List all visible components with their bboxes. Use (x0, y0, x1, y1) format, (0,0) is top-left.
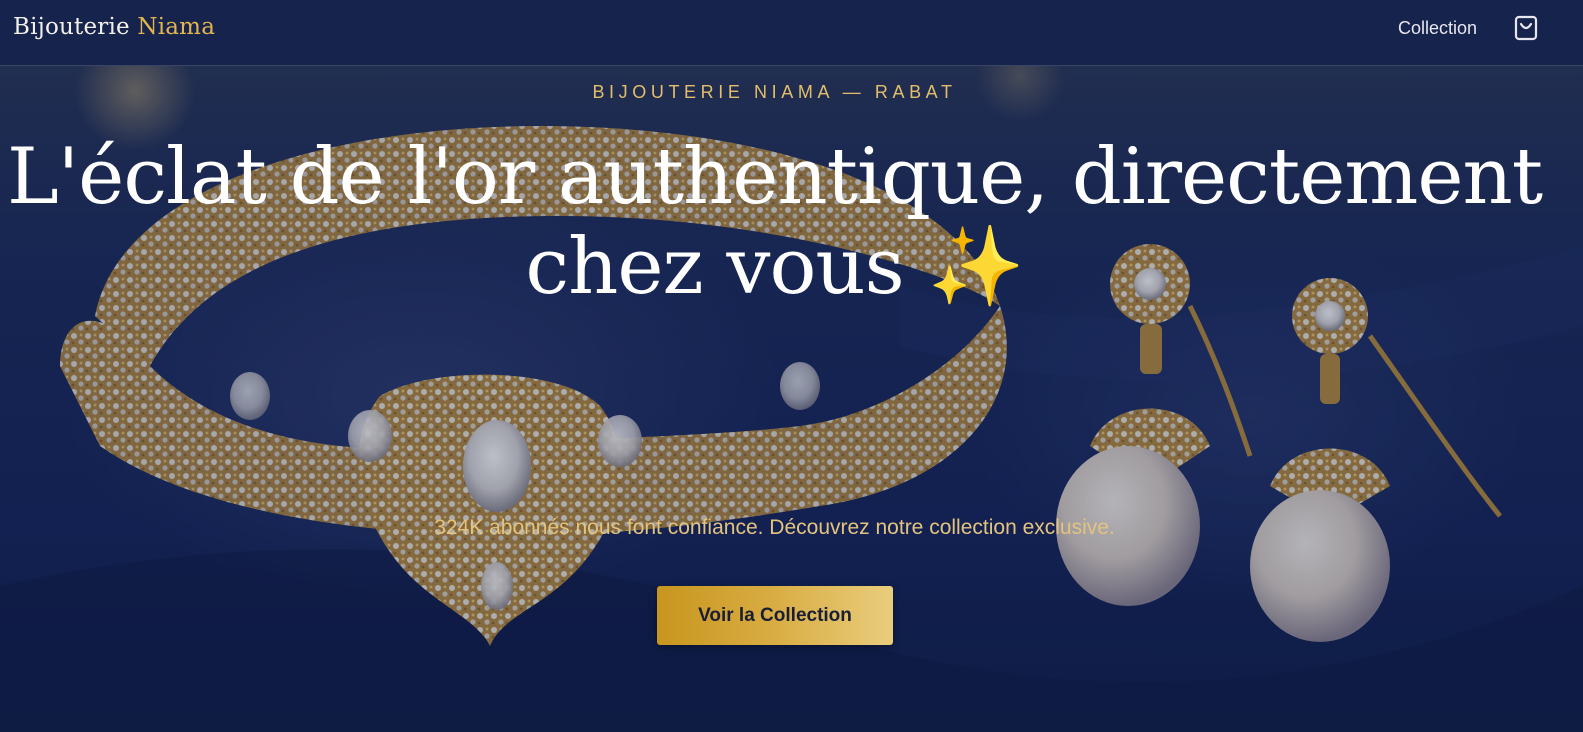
view-collection-button[interactable]: Voir la Collection (657, 586, 893, 645)
brand-logo[interactable]: Bijouterie Niama (13, 14, 215, 40)
shopping-bag-icon (1514, 15, 1538, 41)
hero-eyebrow: BIJOUTERIE NIAMA — RABAT (592, 82, 957, 102)
hero-subtitle: 324K abonnés nous font confiance. Découv… (434, 516, 1115, 539)
brand-name: Bijouterie (13, 14, 130, 40)
hero-section: BIJOUTERIE NIAMA — RABAT L'éclat de l'or… (0, 66, 1583, 732)
brand-name-accent: Niama (137, 14, 216, 40)
cart-button[interactable] (1512, 13, 1540, 43)
top-nav: Bijouterie Niama Collection (0, 0, 1583, 66)
hero-headline: L'éclat de l'or authentique, directement… (6, 132, 1543, 312)
nav-link-collection[interactable]: Collection (1398, 18, 1477, 39)
